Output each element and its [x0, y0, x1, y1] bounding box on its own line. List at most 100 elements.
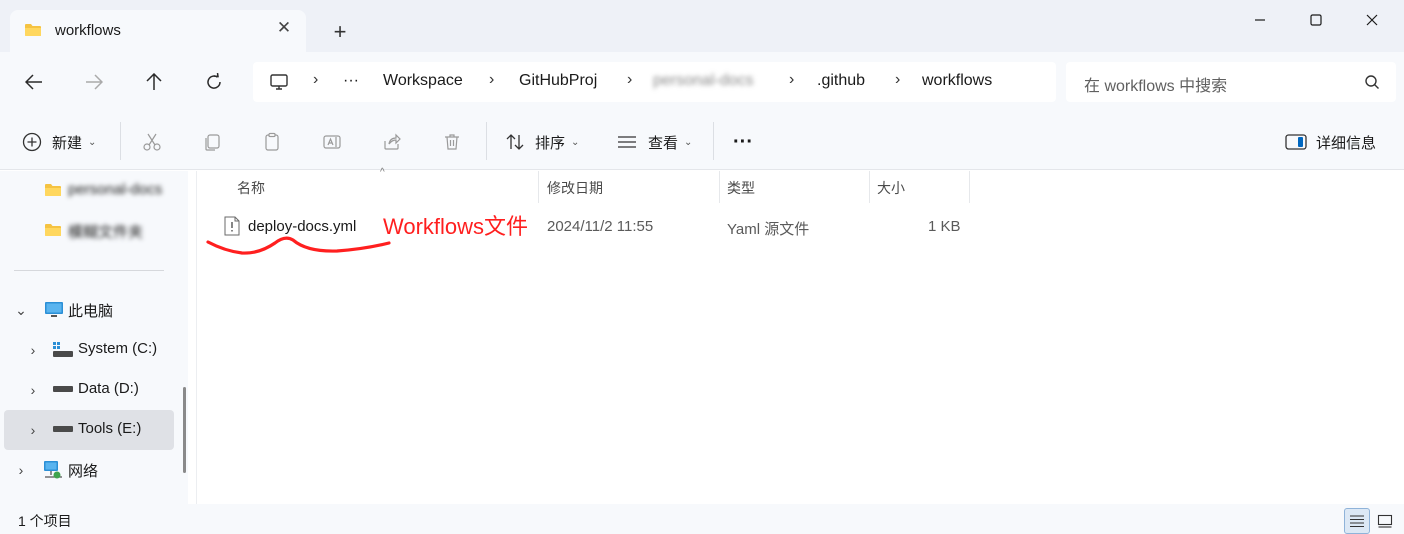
breadcrumb-personal-docs[interactable]: personal-docs	[653, 72, 754, 90]
tab-workflows[interactable]: workflows ✕	[10, 10, 306, 52]
sidebar-scrollbar[interactable]	[183, 387, 186, 473]
column-divider[interactable]	[869, 171, 870, 203]
file-type: Yaml 源文件	[727, 221, 810, 238]
network-icon	[44, 461, 62, 479]
copy-button[interactable]	[201, 131, 223, 153]
title-bar: workflows ✕ +	[0, 0, 1404, 52]
arrow-up-icon	[146, 73, 162, 90]
sidebar-item-drive-c[interactable]: › System (C:)	[4, 330, 174, 370]
details-pane-button[interactable]: 详细信息	[1285, 130, 1376, 154]
search-icon	[1365, 75, 1379, 89]
new-tab-button[interactable]: +	[328, 20, 352, 44]
chevron-right-icon[interactable]: ›	[26, 340, 40, 360]
new-label: 新建	[52, 134, 83, 152]
chevron-down-icon[interactable]: ⌄	[14, 300, 28, 320]
up-button[interactable]	[140, 68, 168, 96]
folder-icon	[45, 224, 61, 236]
column-header-modified[interactable]: 修改日期	[547, 178, 603, 198]
view-button[interactable]: 查看 ⌄	[616, 130, 692, 154]
sidebar-item-drive-e[interactable]: › Tools (E:)	[4, 410, 174, 450]
paste-button[interactable]	[261, 131, 283, 153]
column-divider[interactable]	[719, 171, 720, 203]
column-header-type[interactable]: 类型	[727, 178, 755, 198]
system-drive-icon	[53, 342, 73, 357]
close-tab-icon[interactable]: ✕	[274, 18, 294, 38]
details-view-button[interactable]	[1344, 508, 1370, 534]
delete-button[interactable]	[441, 131, 463, 153]
list-icon	[618, 136, 636, 148]
chevron-right-icon[interactable]: ›	[26, 380, 40, 400]
sidebar-divider	[14, 270, 164, 271]
chevron-right-icon: ›	[895, 71, 901, 88]
column-header-size[interactable]: 大小	[877, 178, 905, 198]
more-options-button[interactable]: ···	[733, 130, 753, 154]
sort-label: 排序	[535, 134, 566, 152]
minimize-button[interactable]	[1232, 0, 1288, 40]
chevron-right-icon[interactable]: ›	[26, 420, 40, 440]
annotation-label: Workflows文件	[383, 214, 529, 239]
preview-view-button[interactable]	[1372, 508, 1398, 534]
share-button[interactable]	[381, 131, 403, 153]
chevron-right-icon: ›	[627, 71, 633, 88]
column-divider[interactable]	[538, 171, 539, 203]
view-label: 查看	[648, 134, 679, 152]
back-button[interactable]	[20, 68, 48, 96]
breadcrumb-overflow[interactable]: ···	[343, 72, 359, 90]
close-icon	[1366, 14, 1378, 26]
details-view-icon	[1350, 515, 1364, 528]
column-divider[interactable]	[969, 171, 970, 203]
rename-icon	[323, 135, 341, 149]
chevron-right-icon[interactable]: ›	[14, 460, 28, 480]
command-bar: 新建 ⌄ 排序 ⌄ 查看 ⌄ ··· 详细信息	[0, 112, 1404, 170]
column-header-name[interactable]: 名称	[237, 178, 265, 198]
divider	[120, 122, 121, 160]
breadcrumb-githubproj[interactable]: GitHubProj	[519, 72, 597, 90]
sidebar-item-label: Data (D:)	[78, 380, 139, 397]
file-modified: 2024/11/2 11:55	[547, 218, 654, 235]
search-placeholder: 在 workflows 中搜索	[1084, 78, 1228, 95]
refresh-button[interactable]	[200, 68, 228, 96]
sidebar-item-label: 网络	[68, 463, 99, 480]
annotation-underline	[206, 236, 391, 255]
drive-icon	[53, 386, 73, 392]
close-window-button[interactable]	[1344, 0, 1400, 40]
sidebar-item-drive-d[interactable]: › Data (D:)	[4, 370, 174, 410]
minimize-icon	[1255, 19, 1265, 21]
chevron-down-icon: ⌄	[684, 136, 693, 148]
preview-view-icon	[1377, 514, 1393, 528]
sidebar-item-network[interactable]: › 网络	[4, 450, 174, 490]
maximize-button[interactable]	[1288, 0, 1344, 40]
monitor-icon	[270, 74, 288, 90]
sidebar-item-pinned-folder-2[interactable]: 模糊文件夹	[4, 211, 174, 251]
status-bar: 1 个项目	[0, 504, 1404, 534]
rename-button[interactable]	[321, 131, 343, 153]
search-input[interactable]: 在 workflows 中搜索	[1066, 62, 1396, 102]
arrow-left-icon	[25, 74, 42, 90]
navigation-pane: personal-docs 模糊文件夹 ⌄ 此电脑 › System (C:) …	[0, 171, 188, 504]
maximize-icon	[1310, 14, 1322, 26]
scissors-icon	[143, 133, 161, 151]
sort-icon	[506, 134, 524, 150]
address-bar[interactable]: › ··· Workspace › GitHubProj › personal-…	[253, 62, 1056, 102]
copy-icon	[205, 134, 220, 151]
sidebar-item-label: Tools (E:)	[78, 420, 142, 437]
folder-icon	[25, 24, 41, 36]
clipboard-icon	[265, 132, 279, 151]
breadcrumb-github[interactable]: .github	[817, 72, 865, 90]
file-list: ^ 名称 修改日期 类型 大小 deploy-docs.yml 2024/11/…	[197, 167, 1404, 504]
chevron-right-icon: ›	[489, 71, 495, 88]
sort-ascending-icon: ^	[380, 167, 385, 178]
cut-button[interactable]	[141, 131, 163, 153]
forward-button[interactable]	[80, 68, 108, 96]
sidebar-item-this-pc[interactable]: ⌄ 此电脑	[4, 290, 174, 330]
share-icon	[384, 133, 401, 150]
new-button[interactable]: 新建 ⌄	[22, 130, 96, 154]
sort-button[interactable]: 排序 ⌄	[505, 130, 579, 154]
refresh-icon	[207, 73, 221, 89]
breadcrumb-workspace[interactable]: Workspace	[383, 72, 463, 90]
breadcrumb-workflows[interactable]: workflows	[922, 72, 992, 90]
sidebar-item-label: System (C:)	[78, 340, 158, 357]
chevron-down-icon: ⌄	[571, 136, 580, 148]
sidebar-item-pinned-folder-1[interactable]: personal-docs	[4, 171, 174, 211]
sidebar-item-label: 此电脑	[68, 303, 114, 320]
